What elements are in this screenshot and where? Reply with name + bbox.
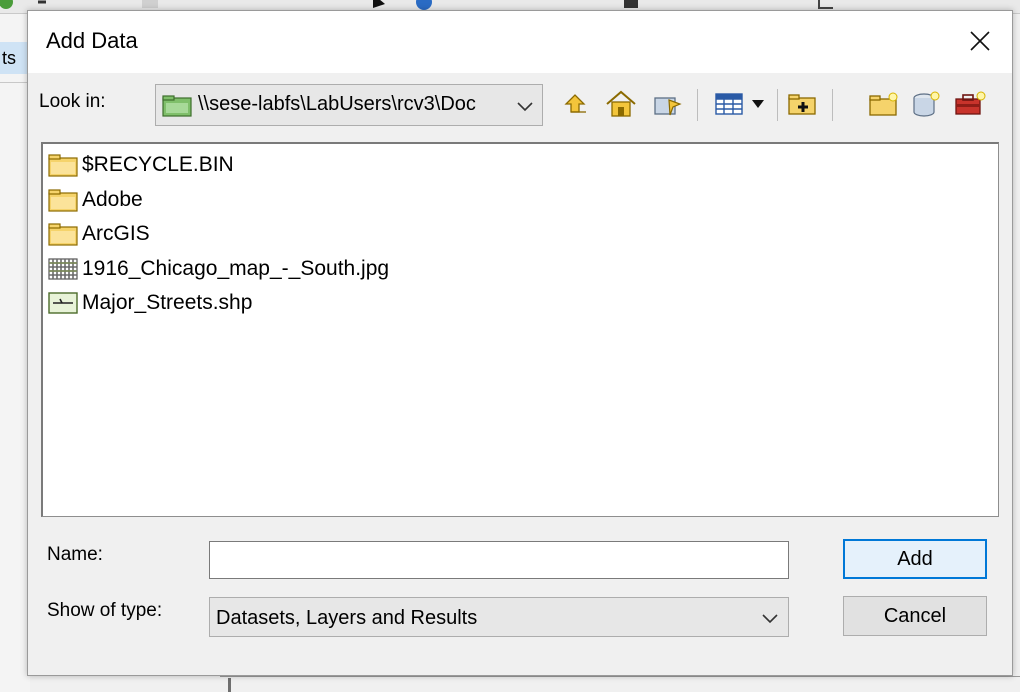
file-name: 1916_Chicago_map_-_South.jpg [82,256,390,280]
show-of-type-value: Datasets, Layers and Results [216,607,478,629]
home-button[interactable] [603,86,639,122]
list-view-button[interactable] [712,86,746,122]
view-menu-dropdown-button[interactable] [747,86,769,122]
new-toolbox-icon [955,91,986,115]
file-name: ArcGIS [82,222,150,246]
toolbar-separator [832,89,833,121]
look-in-dropdown[interactable]: \\sese-labfs\LabUsers\rcv3\Doc [155,84,543,126]
background-zoom-icon [818,0,833,9]
file-name: Major_Streets.shp [82,291,253,315]
background-divider [220,676,1020,677]
background-find-icon [624,0,638,8]
network-folder-icon [162,95,192,117]
folder-icon [47,187,79,213]
background-select-icon [373,0,385,8]
name-input[interactable] [209,541,789,579]
dialog-title: Add Data [46,28,138,53]
list-item[interactable]: Adobe [43,183,998,218]
new-geodatabase-icon [913,91,940,117]
add-data-dialog: Add Data Look in: \\sese-labfs\LabUsers\… [27,10,1013,676]
file-name: Adobe [82,187,143,211]
connect-to-folder-icon [788,94,816,115]
look-in-label: Look in: [39,91,106,112]
name-label: Name: [47,544,103,565]
look-in-path: \\sese-labfs\LabUsers\rcv3\Doc [198,93,476,115]
background-panel-tab[interactable]: ts [0,42,30,74]
go-to-location-button[interactable] [650,86,686,122]
background-tool-icon [142,0,158,8]
add-button[interactable]: Add [843,539,987,579]
folder-icon [47,221,79,247]
file-list[interactable]: $RECYCLE.BIN Adobe ArcGIS 1916_Chicago_m… [41,142,999,517]
line-shapefile-icon [47,290,79,316]
up-one-level-button[interactable] [558,86,594,122]
background-divider [0,82,30,122]
folder-icon [47,152,79,178]
background-identify-icon [416,0,432,10]
list-item[interactable]: Major_Streets.shp [43,286,998,321]
new-geodatabase-button[interactable] [908,86,944,122]
file-name: $RECYCLE.BIN [82,153,234,177]
title-bar: Add Data [28,11,1012,73]
toolbar-separator [777,89,778,121]
new-folder-icon [869,92,898,116]
new-folder-button[interactable] [866,86,902,122]
list-item[interactable]: 1916_Chicago_map_-_South.jpg [43,252,998,287]
new-toolbox-button[interactable] [952,86,988,122]
close-button[interactable] [958,21,1002,61]
list-view-icon [715,93,743,115]
up-one-level-icon [564,94,586,113]
cancel-button[interactable]: Cancel [843,596,987,636]
list-item[interactable]: ArcGIS [43,217,998,252]
background-tool-icon [38,0,54,4]
show-of-type-dropdown[interactable]: Datasets, Layers and Results [209,597,789,637]
background-splitter [228,678,231,692]
list-item[interactable]: $RECYCLE.BIN [43,148,998,183]
toolbar-separator [697,89,698,121]
raster-icon [47,256,79,282]
chevron-down-icon [762,614,778,624]
view-menu-dropdown-icon [752,100,764,108]
show-of-type-label: Show of type: [47,600,163,621]
background-globe-icon [0,0,13,9]
go-to-location-icon [654,97,682,116]
home-icon [606,90,636,117]
chevron-down-icon [517,102,533,112]
close-icon [970,31,990,51]
connect-to-folder-button[interactable] [785,86,821,122]
